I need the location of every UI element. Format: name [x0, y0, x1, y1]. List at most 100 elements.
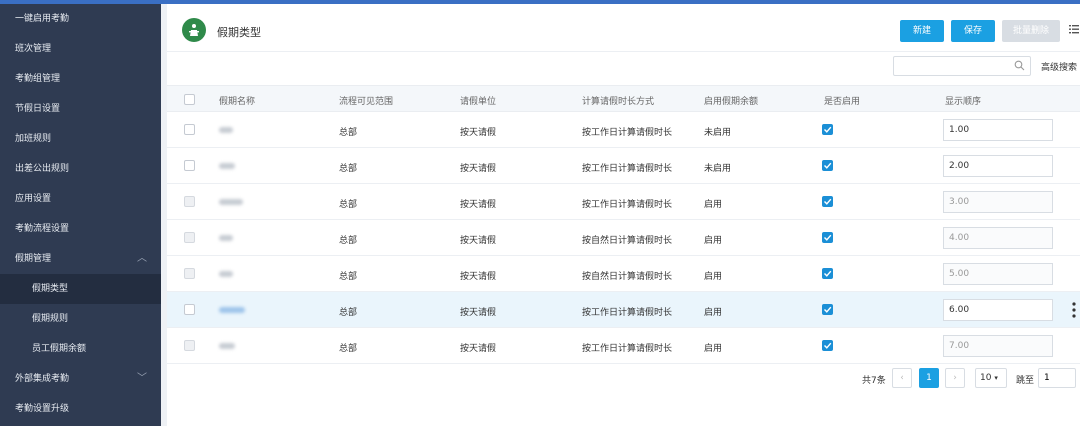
chevron-left-icon: ‹: [900, 373, 904, 383]
chevron-down-icon: ﹀: [137, 373, 147, 384]
column-header-scope: 流程可见范围: [339, 97, 394, 107]
leave-name[interactable]: [219, 233, 233, 244]
leave-name-link[interactable]: [219, 305, 245, 316]
table-row[interactable]: 总部 按天请假 按自然日计算请假时长 启用: [167, 220, 1080, 256]
balance-cell: 启用: [704, 308, 723, 318]
scope-cell: 总部: [339, 272, 358, 282]
display-order-input[interactable]: [943, 191, 1053, 213]
balance-cell: 启用: [704, 344, 723, 354]
page-title: 假期类型: [217, 26, 261, 39]
prev-page-button[interactable]: ‹: [892, 368, 912, 388]
column-header-unit: 请假单位: [460, 97, 497, 107]
new-button[interactable]: 新建: [900, 20, 944, 42]
leave-types-table: 假期名称 流程可见范围 请假单位 计算请假时长方式 启用假期余额 是否启用 显示…: [167, 85, 1080, 364]
table-row[interactable]: 总部 按天请假 按工作日计算请假时长 启用: [167, 292, 1080, 328]
display-order-input[interactable]: [943, 299, 1053, 321]
method-cell: 按工作日计算请假时长: [582, 164, 673, 174]
sidebar-item-label: 应用设置: [15, 194, 52, 204]
sidebar-item-label: 班次管理: [15, 44, 52, 54]
sidebar-item-external-integration[interactable]: 外部集成考勤 ﹀: [0, 364, 161, 394]
unit-cell: 按天请假: [460, 272, 497, 282]
display-order-input[interactable]: [943, 263, 1053, 285]
sidebar-item-upgrade[interactable]: 考勤设置升级: [0, 394, 161, 424]
row-checkbox[interactable]: [184, 304, 195, 315]
row-checkbox[interactable]: [184, 196, 195, 207]
goto-page-input[interactable]: [1038, 368, 1076, 388]
scope-cell: 总部: [339, 200, 358, 210]
sidebar-item-label: 考勤流程设置: [15, 224, 70, 234]
leave-name[interactable]: [219, 197, 243, 208]
table-row[interactable]: 总部 按天请假 按工作日计算请假时长 未启用: [167, 112, 1080, 148]
leave-name[interactable]: [219, 161, 235, 172]
table-row[interactable]: 总部 按天请假 按工作日计算请假时长 启用: [167, 184, 1080, 220]
main-panel: 假期类型 新建 保存 批量删除 高级搜索 假期名称 流程可见范围 请假单位 计算…: [167, 4, 1080, 426]
table-row[interactable]: 总部 按天请假 按自然日计算请假时长 启用: [167, 256, 1080, 292]
display-order-input[interactable]: [943, 155, 1053, 177]
row-checkbox[interactable]: [184, 160, 195, 171]
sidebar-item-leave-types[interactable]: 假期类型: [0, 274, 161, 304]
method-cell: 按自然日计算请假时长: [582, 272, 673, 282]
leave-name[interactable]: [219, 269, 233, 280]
column-header-balance: 启用假期余额: [704, 97, 759, 107]
sidebar-item-quick-enable[interactable]: 一键启用考勤: [0, 4, 161, 34]
search-input[interactable]: [893, 56, 1031, 76]
method-cell: 按自然日计算请假时长: [582, 236, 673, 246]
column-header-enabled: 是否启用: [824, 97, 861, 107]
row-checkbox[interactable]: [184, 232, 195, 243]
page-header: 假期类型 新建 保存 批量删除: [167, 4, 1080, 52]
advanced-search-link[interactable]: 高级搜索: [1041, 60, 1077, 73]
sidebar-item-label: 假期管理: [15, 254, 52, 264]
sidebar-item-workflow-settings[interactable]: 考勤流程设置: [0, 214, 161, 244]
display-order-input[interactable]: [943, 335, 1053, 357]
select-all-checkbox[interactable]: [184, 94, 195, 105]
row-checkbox[interactable]: [184, 268, 195, 279]
sidebar-item-shifts[interactable]: 班次管理: [0, 34, 161, 64]
balance-cell: 未启用: [704, 164, 732, 174]
row-checkbox[interactable]: [184, 340, 195, 351]
enabled-checkbox[interactable]: [822, 196, 833, 207]
chevron-up-icon: ︿: [137, 253, 147, 264]
enabled-checkbox[interactable]: [822, 124, 833, 135]
current-page-button[interactable]: 1: [919, 368, 939, 388]
table-row[interactable]: 总部 按天请假 按工作日计算请假时长 未启用: [167, 148, 1080, 184]
scope-cell: 总部: [339, 344, 358, 354]
scope-cell: 总部: [339, 308, 358, 318]
enabled-checkbox[interactable]: [822, 340, 833, 351]
display-order-input[interactable]: [943, 119, 1053, 141]
sidebar-item-overtime-rules[interactable]: 加班规则: [0, 124, 161, 154]
enabled-checkbox[interactable]: [822, 268, 833, 279]
method-cell: 按工作日计算请假时长: [582, 308, 673, 318]
scope-cell: 总部: [339, 164, 358, 174]
sidebar-item-attendance-groups[interactable]: 考勤组管理: [0, 64, 161, 94]
list-menu-icon[interactable]: [1069, 24, 1079, 34]
sidebar-item-leave-management[interactable]: 假期管理 ︿: [0, 244, 161, 274]
pagination: 共7条 ‹ 1 › 10 ▾ 跳至: [167, 368, 1080, 390]
sidebar-item-app-settings[interactable]: 应用设置: [0, 184, 161, 214]
method-cell: 按工作日计算请假时长: [582, 200, 673, 210]
row-checkbox[interactable]: [184, 124, 195, 135]
batch-delete-button[interactable]: 批量删除: [1002, 20, 1060, 42]
unit-cell: 按天请假: [460, 236, 497, 246]
save-button[interactable]: 保存: [951, 20, 995, 42]
display-order-input[interactable]: [943, 227, 1053, 249]
balance-cell: 未启用: [704, 128, 732, 138]
table-header: 假期名称 流程可见范围 请假单位 计算请假时长方式 启用假期余额 是否启用 显示…: [167, 85, 1080, 112]
sidebar-item-label: 加班规则: [15, 134, 52, 144]
sidebar-item-leave-rules[interactable]: 假期规则: [0, 304, 161, 334]
table-row[interactable]: 总部 按天请假 按工作日计算请假时长 启用: [167, 328, 1080, 364]
sidebar-item-leave-balance[interactable]: 员工假期余额: [0, 334, 161, 364]
search-icon[interactable]: [1014, 60, 1025, 74]
more-vertical-icon[interactable]: [1072, 301, 1076, 319]
method-cell: 按工作日计算请假时长: [582, 128, 673, 138]
sidebar-item-holidays[interactable]: 节假日设置: [0, 94, 161, 124]
enabled-checkbox[interactable]: [822, 304, 833, 315]
leave-name[interactable]: [219, 125, 233, 136]
enabled-checkbox[interactable]: [822, 232, 833, 243]
leave-name[interactable]: [219, 341, 235, 352]
next-page-button[interactable]: ›: [945, 368, 965, 388]
page-size-select[interactable]: 10 ▾: [975, 368, 1007, 388]
column-header-method: 计算请假时长方式: [582, 97, 655, 107]
sidebar: 一键启用考勤 班次管理 考勤组管理 节假日设置 加班规则 出差公出规则 应用设置…: [0, 4, 161, 426]
enabled-checkbox[interactable]: [822, 160, 833, 171]
sidebar-item-business-trip-rules[interactable]: 出差公出规则: [0, 154, 161, 184]
